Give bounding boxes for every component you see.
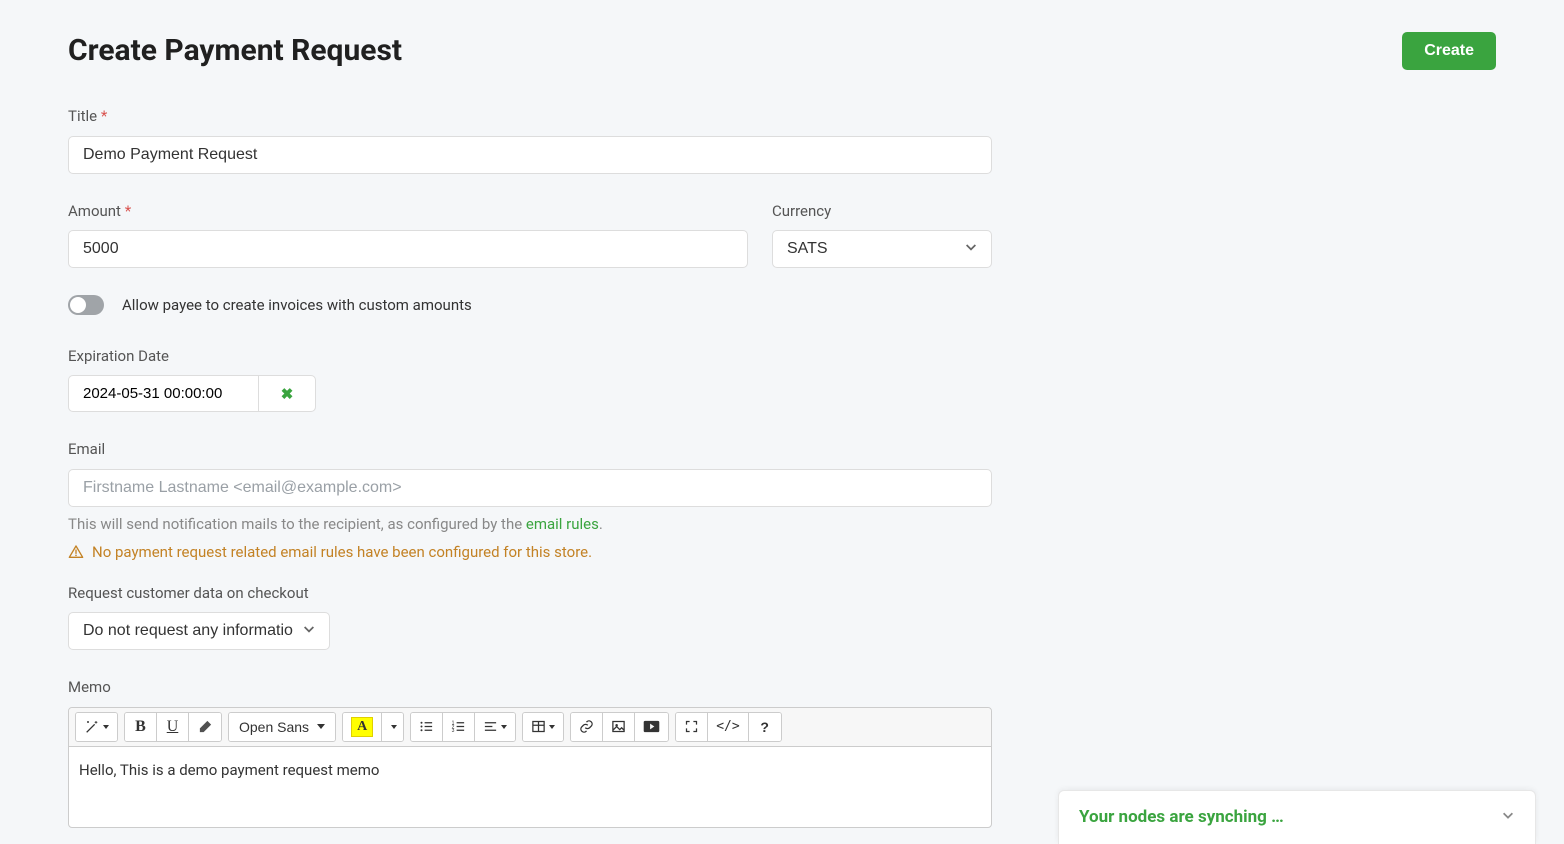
font-color-menu-button[interactable] [382, 713, 403, 741]
clear-date-button[interactable]: ✖ [258, 375, 316, 412]
clear-format-button[interactable] [189, 713, 221, 741]
email-label: Email [68, 438, 992, 461]
currency-label: Currency [772, 200, 992, 223]
fullscreen-icon [684, 719, 699, 734]
expiration-input[interactable] [68, 375, 258, 412]
memo-editor: B U Open Sans [68, 707, 992, 828]
email-help-text: This will send notification mails to the… [68, 513, 992, 536]
allow-custom-toggle[interactable] [68, 295, 104, 315]
title-label: Title * [68, 105, 992, 128]
email-input[interactable] [68, 469, 992, 507]
image-icon [611, 719, 626, 734]
svg-text:3: 3 [452, 728, 455, 734]
list-ul-icon [419, 719, 434, 734]
amount-label: Amount * [68, 200, 748, 223]
font-family-button[interactable]: Open Sans [229, 713, 335, 741]
link-icon [579, 719, 594, 734]
email-rules-link[interactable]: email rules [526, 515, 599, 533]
expiration-label: Expiration Date [68, 345, 992, 368]
request-data-select[interactable] [68, 612, 330, 650]
video-icon [643, 720, 660, 733]
allow-custom-label: Allow payee to create invoices with cust… [122, 294, 472, 317]
create-button[interactable]: Create [1402, 32, 1496, 70]
list-ol-icon: 123 [451, 719, 466, 734]
unordered-list-button[interactable] [411, 713, 443, 741]
bold-button[interactable]: B [125, 713, 157, 741]
font-color-button[interactable]: A [343, 713, 382, 741]
ordered-list-button[interactable]: 123 [443, 713, 475, 741]
table-button[interactable] [523, 713, 563, 741]
page-title: Create Payment Request [68, 28, 402, 73]
amount-input[interactable] [68, 230, 748, 268]
help-button[interactable]: ? [749, 713, 781, 741]
image-button[interactable] [603, 713, 635, 741]
chevron-down-icon [1501, 806, 1515, 829]
editor-toolbar: B U Open Sans [69, 708, 991, 747]
magic-button[interactable] [76, 713, 117, 741]
align-left-icon [483, 719, 498, 734]
memo-label: Memo [68, 676, 992, 699]
code-view-button[interactable]: </> [708, 713, 748, 741]
currency-select[interactable] [772, 230, 992, 268]
code-icon: </> [716, 719, 739, 734]
eraser-icon [198, 719, 213, 734]
font-color-icon: A [351, 717, 373, 737]
magic-wand-icon [84, 719, 100, 735]
warning-icon [68, 544, 84, 560]
title-input[interactable] [68, 136, 992, 174]
underline-button[interactable]: U [157, 713, 189, 741]
sync-message: Your nodes are synching … [1079, 805, 1284, 831]
node-sync-panel[interactable]: Your nodes are synching … [1058, 790, 1536, 844]
email-warning-text: No payment request related email rules h… [92, 541, 592, 564]
fullscreen-button[interactable] [676, 713, 708, 741]
request-data-label: Request customer data on checkout [68, 582, 992, 605]
video-button[interactable] [635, 713, 668, 741]
table-icon [531, 719, 546, 734]
close-icon: ✖ [281, 386, 294, 403]
link-button[interactable] [571, 713, 603, 741]
help-icon: ? [760, 719, 769, 735]
toggle-knob [70, 297, 86, 313]
paragraph-button[interactable] [475, 713, 515, 741]
memo-textarea[interactable]: Hello, This is a demo payment request me… [69, 747, 991, 827]
